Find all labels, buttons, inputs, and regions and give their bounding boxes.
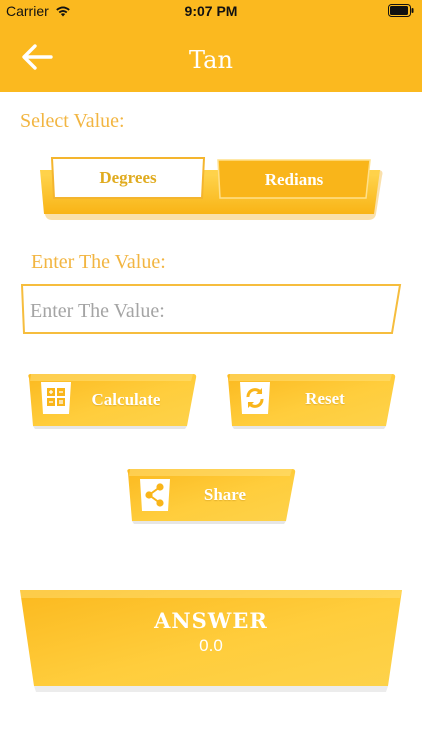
answer-title: ANSWER [154,608,268,633]
calculator-icon [41,382,71,414]
share-button[interactable]: Share [124,467,298,525]
select-value-label: Select Value: [20,110,125,132]
value-input[interactable] [28,296,377,326]
nav-bar: Tan [0,22,422,92]
share-label: Share [203,485,247,504]
refresh-icon [240,382,270,414]
share-icon [140,479,170,511]
page-title: Tan [189,46,233,74]
status-bar: Carrier 9:07 PM [0,0,422,22]
option-degrees[interactable]: Degrees [50,168,206,188]
calculate-label: Calculate [91,390,161,409]
calculate-button[interactable]: Calculate [25,372,199,430]
answer-value: 0.0 [199,636,223,655]
battery-icon [388,4,414,17]
option-redians[interactable]: Redians [216,170,372,190]
reset-button[interactable]: Reset [224,372,398,430]
reset-label: Reset [305,389,345,408]
status-time: 9:07 PM [184,3,238,19]
enter-value-label: Enter The Value: [31,251,166,273]
